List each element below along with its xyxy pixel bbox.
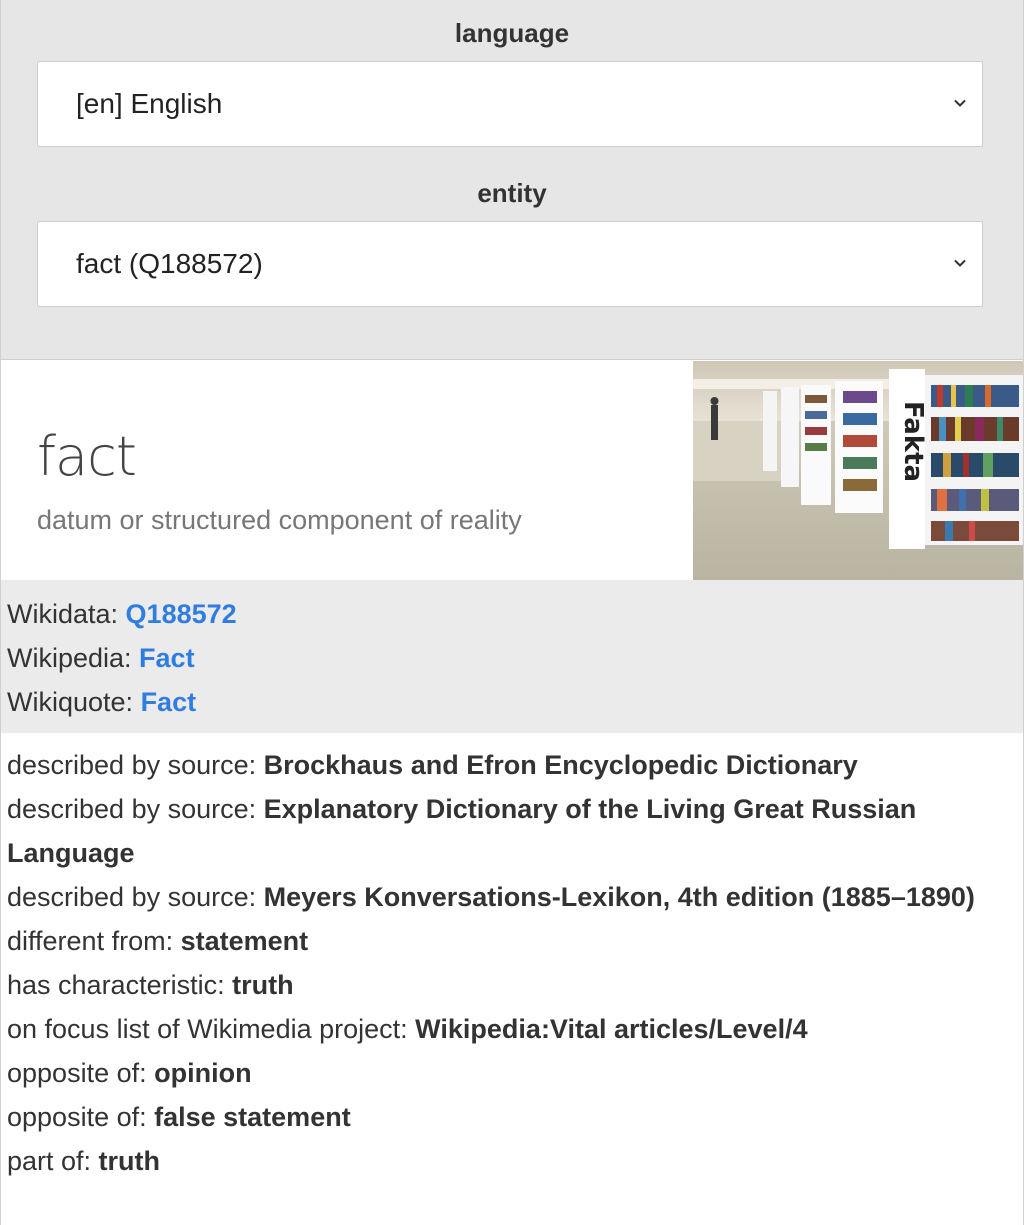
claim-value: Meyers Konversations-Lexikon, 4th editio… <box>263 882 975 912</box>
wikiquote-link[interactable]: Fact <box>141 687 197 717</box>
library-shelves-image: Fakta <box>693 361 1023 580</box>
claims-list: described by source: Brockhaus and Efron… <box>1 743 1023 1183</box>
selector-controls: language [en] English entity fact (Q1885… <box>1 0 1023 360</box>
sitelink-wikiquote: Wikiquote: Fact <box>7 680 1023 724</box>
chevron-down-icon <box>954 99 966 107</box>
claim-row: opposite of: opinion <box>7 1051 1003 1095</box>
claim-property: described by source: <box>7 750 264 780</box>
wikidata-link[interactable]: Q188572 <box>126 599 237 629</box>
sitelink-label: Wikipedia: <box>7 643 140 673</box>
language-select[interactable]: [en] English <box>37 61 983 147</box>
claim-value: false statement <box>154 1102 351 1132</box>
entity-title: fact <box>37 425 137 488</box>
claim-row: opposite of: false statement <box>7 1095 1003 1139</box>
claim-property: opposite of: <box>7 1058 155 1088</box>
claim-row: has characteristic: truth <box>7 963 1003 1007</box>
claim-value: opinion <box>154 1058 252 1088</box>
sitelink-label: Wikiquote: <box>7 687 141 717</box>
claim-property: part of: <box>7 1146 99 1176</box>
sitelinks: Wikidata: Q188572 Wikipedia: Fact Wikiqu… <box>1 580 1023 733</box>
entity-image[interactable]: Fakta <box>693 361 1023 580</box>
claim-value: truth <box>98 1146 161 1176</box>
entity-panel: language [en] English entity fact (Q1885… <box>0 0 1024 1225</box>
sitelink-wikidata: Wikidata: Q188572 <box>7 592 1023 636</box>
claim-row: described by source: Brockhaus and Efron… <box>7 743 1003 787</box>
entity-description: datum or structured component of reality <box>37 505 522 535</box>
claim-property: has characteristic: <box>7 970 233 1000</box>
claim-row: described by source: Meyers Konversation… <box>7 875 1003 919</box>
claim-property: on focus list of Wikimedia project: <box>7 1014 416 1044</box>
claim-property: described by source: <box>7 794 264 824</box>
chevron-down-icon <box>954 259 966 267</box>
claim-row: described by source: Explanatory Diction… <box>7 787 1003 875</box>
entity-select[interactable]: fact (Q188572) <box>37 221 983 307</box>
claim-row: different from: statement <box>7 919 1003 963</box>
sitelink-wikipedia: Wikipedia: Fact <box>7 636 1023 680</box>
svg-text:Fakta: Fakta <box>898 401 928 482</box>
sitelink-label: Wikidata: <box>7 599 126 629</box>
wikipedia-link[interactable]: Fact <box>139 643 195 673</box>
claim-value: truth <box>232 970 294 1000</box>
language-select-value: [en] English <box>76 88 223 119</box>
entity-label: entity <box>477 178 547 208</box>
entity-header: fact datum or structured component of re… <box>1 361 1023 580</box>
claim-row: part of: truth <box>7 1139 1003 1183</box>
entity-select-value: fact (Q188572) <box>76 248 263 279</box>
claim-value: Brockhaus and Efron Encyclopedic Diction… <box>263 750 858 780</box>
claim-value: Wikipedia:Vital articles/Level/4 <box>415 1014 808 1044</box>
claim-property: described by source: <box>7 882 264 912</box>
claim-row: on focus list of Wikimedia project: Wiki… <box>7 1007 1003 1051</box>
language-label: language <box>454 18 570 48</box>
claim-property: different from: <box>7 926 181 956</box>
claim-property: opposite of: <box>7 1102 155 1132</box>
claim-value: statement <box>180 926 309 956</box>
